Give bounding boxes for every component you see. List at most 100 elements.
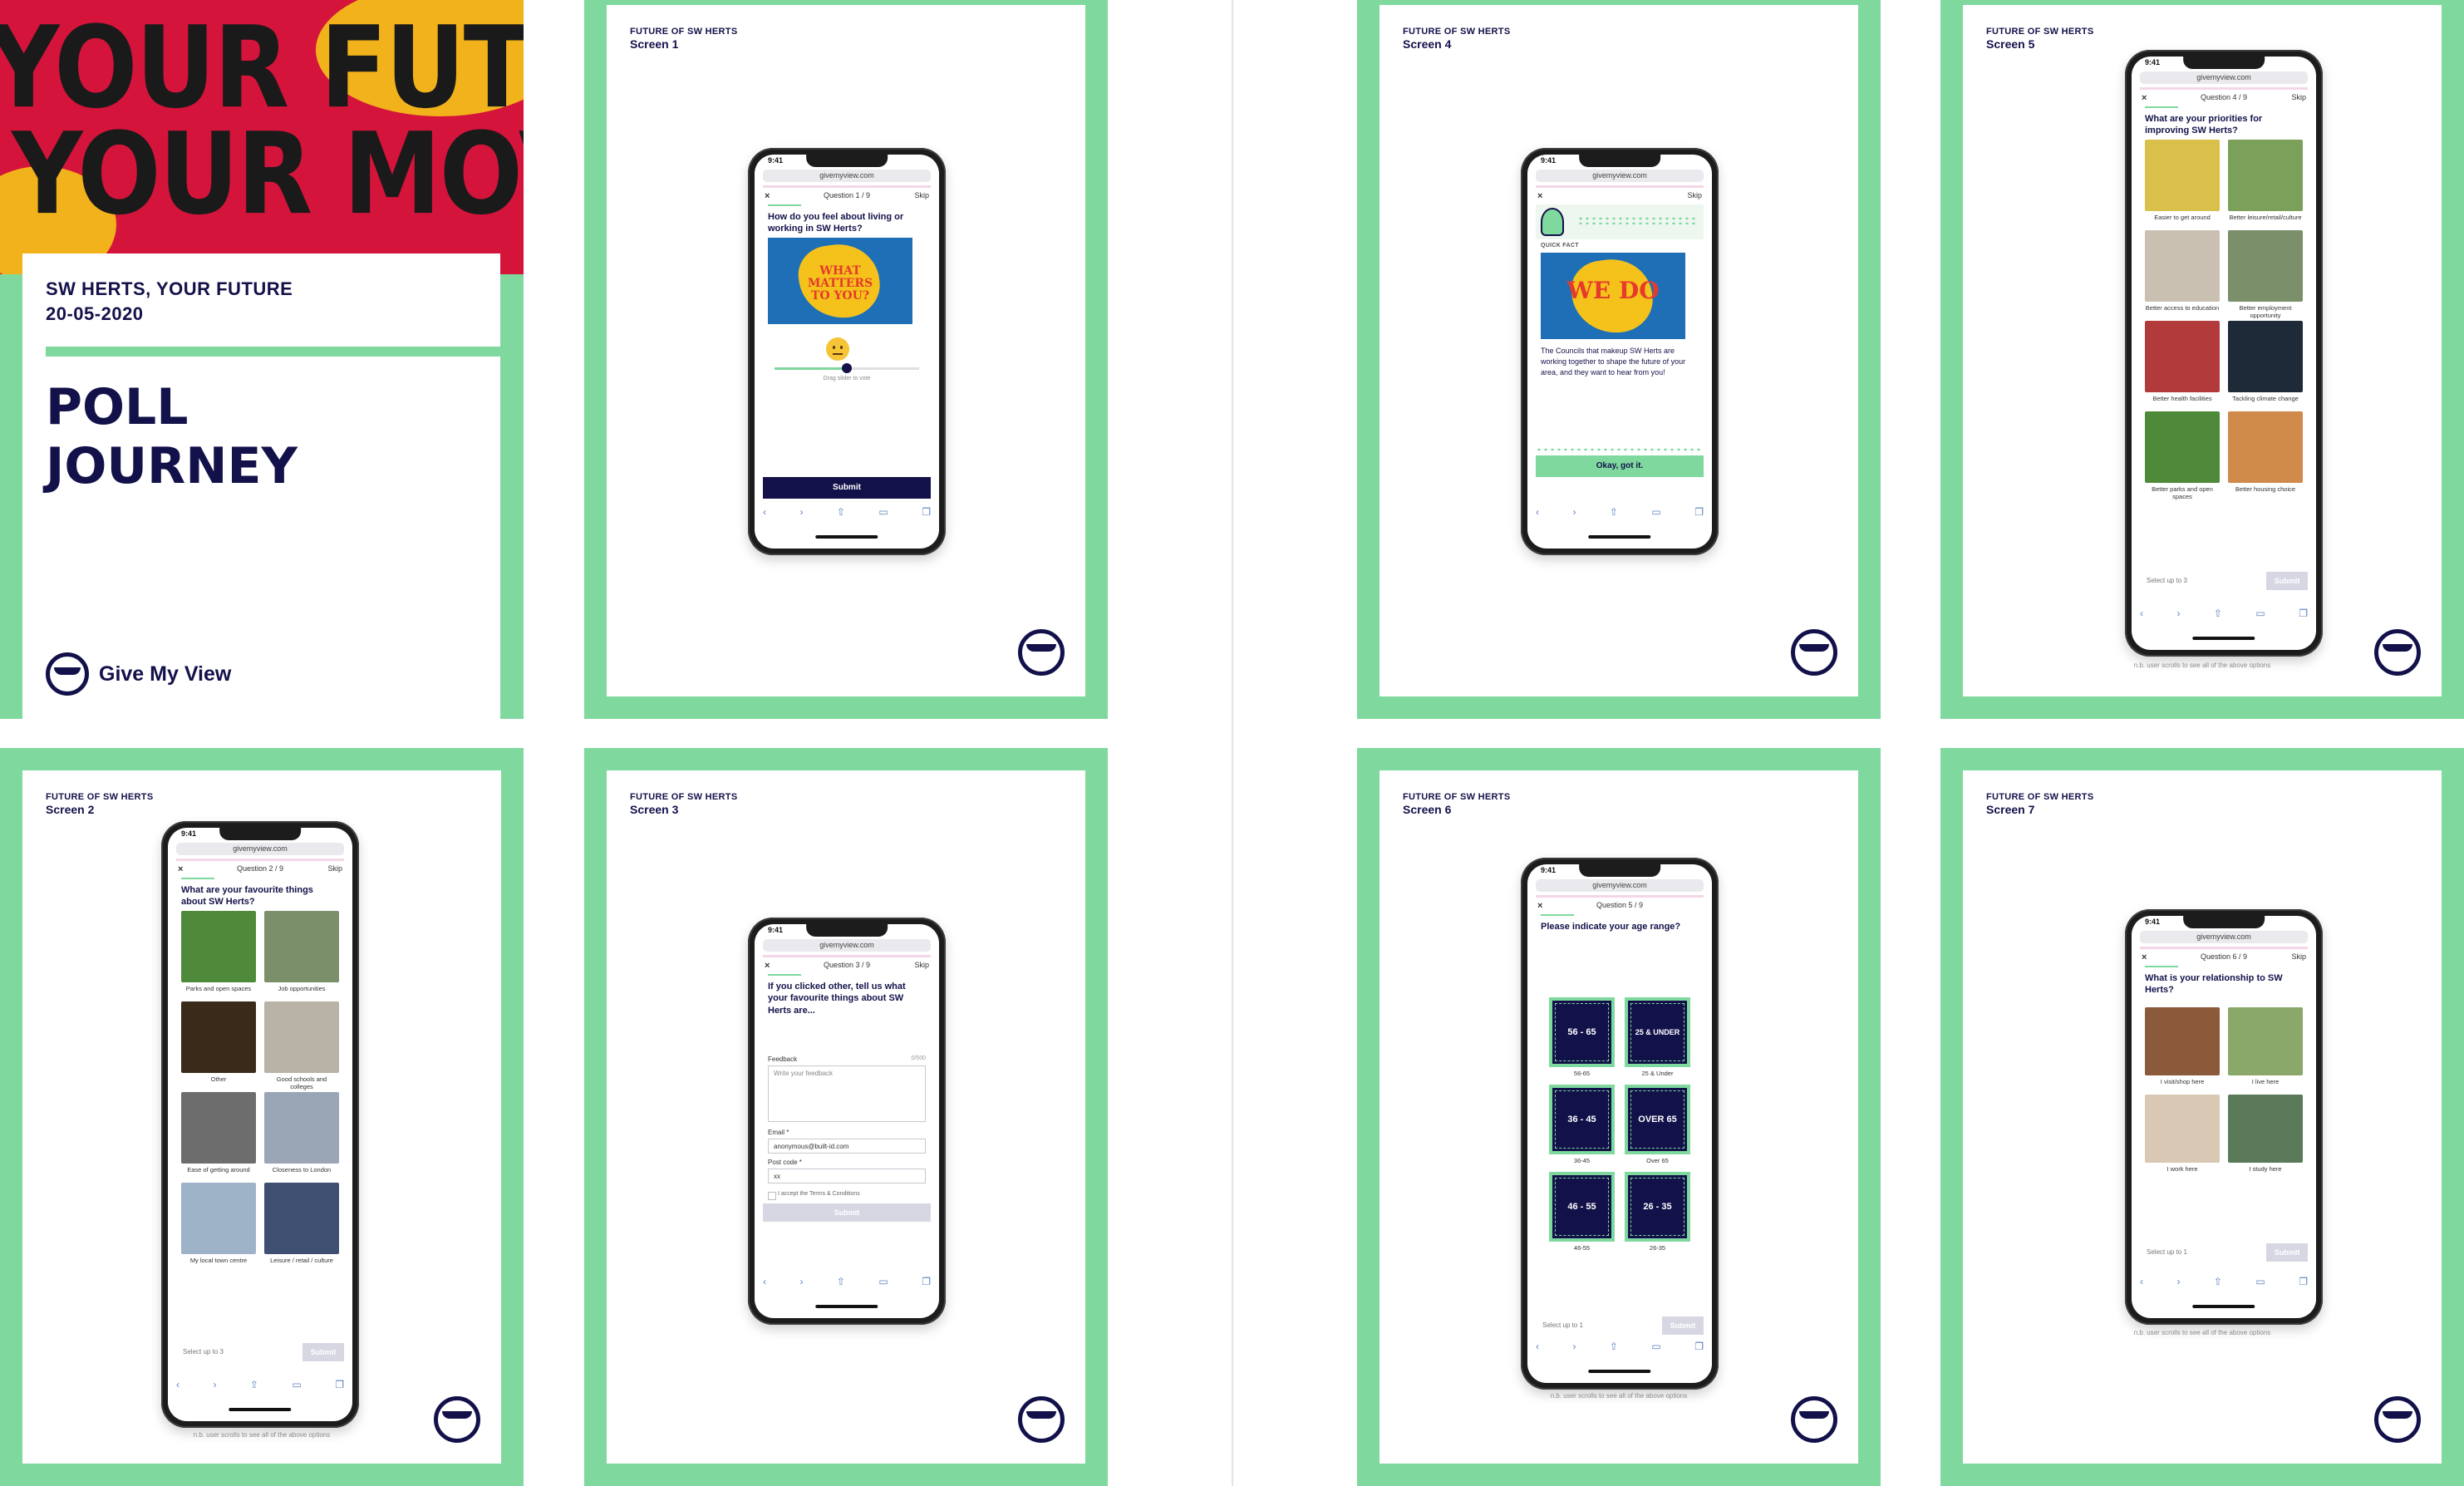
option-tile[interactable]: My local town centre bbox=[181, 1183, 256, 1273]
tabs-icon[interactable]: ❐ bbox=[2299, 608, 2308, 622]
tabs-icon[interactable]: ❐ bbox=[1694, 506, 1704, 521]
option-tile[interactable]: Better access to education bbox=[2145, 230, 2220, 321]
option-tile[interactable]: Better health facilities bbox=[2145, 321, 2220, 411]
option-tile[interactable]: Leisure / retail / culture bbox=[264, 1183, 339, 1273]
url-bar[interactable]: givemyview.com bbox=[763, 939, 931, 952]
submit-button[interactable]: Submit bbox=[302, 1343, 344, 1361]
option-tile[interactable]: Better leisure/retail/culture bbox=[2228, 140, 2303, 230]
skip-button[interactable]: Skip bbox=[2291, 93, 2306, 101]
url-bar[interactable]: givemyview.com bbox=[1536, 170, 1704, 182]
option-tile[interactable]: Better parks and open spaces bbox=[2145, 411, 2220, 502]
option-tile[interactable]: Parks and open spaces bbox=[181, 911, 256, 1001]
option-tile[interactable]: Other bbox=[181, 1001, 256, 1092]
skip-button[interactable]: Skip bbox=[914, 961, 929, 969]
email-field[interactable]: anonymous@built-id.com bbox=[768, 1139, 926, 1154]
share-icon[interactable]: ⇧ bbox=[837, 506, 845, 521]
forward-arrow-icon[interactable]: › bbox=[2176, 608, 2180, 622]
back-arrow-icon[interactable]: ‹ bbox=[176, 1379, 180, 1394]
url-bar[interactable]: givemyview.com bbox=[176, 843, 344, 855]
option-tile[interactable]: I study here bbox=[2228, 1095, 2303, 1182]
feedback-textarea[interactable]: Write your feedback bbox=[768, 1065, 926, 1122]
age-option[interactable]: 25 & UNDER 25 & Under bbox=[1625, 997, 1690, 1085]
share-icon[interactable]: ⇧ bbox=[1610, 1341, 1618, 1356]
back-arrow-icon[interactable]: ‹ bbox=[763, 506, 766, 521]
submit-button[interactable]: Submit bbox=[2266, 1243, 2308, 1262]
forward-arrow-icon[interactable]: › bbox=[1572, 1341, 1576, 1356]
option-tile[interactable]: I live here bbox=[2228, 1007, 2303, 1095]
tabs-icon[interactable]: ❐ bbox=[2299, 1276, 2308, 1291]
bookmarks-icon[interactable]: ▭ bbox=[2255, 1276, 2265, 1291]
share-icon[interactable]: ⇧ bbox=[250, 1379, 258, 1394]
back-arrow-icon[interactable]: ‹ bbox=[1536, 506, 1539, 521]
okay-got-it-button[interactable]: Okay, got it. bbox=[1536, 455, 1704, 477]
terms-checkbox[interactable] bbox=[768, 1192, 776, 1200]
fact-banner bbox=[1536, 204, 1704, 239]
option-tile[interactable]: Easier to get around bbox=[2145, 140, 2220, 230]
age-option[interactable]: 56 - 65 56-65 bbox=[1549, 997, 1615, 1085]
bookmarks-icon[interactable]: ▭ bbox=[2255, 608, 2265, 622]
question-header: × Question 5 / 9 bbox=[1534, 901, 1705, 913]
age-option[interactable]: 26 - 35 26-35 bbox=[1625, 1172, 1690, 1259]
url-bar[interactable]: givemyview.com bbox=[1536, 879, 1704, 892]
bookmarks-icon[interactable]: ▭ bbox=[1651, 1341, 1660, 1356]
back-arrow-icon[interactable]: ‹ bbox=[763, 1276, 766, 1291]
submit-button[interactable]: Submit bbox=[763, 1203, 931, 1222]
url-bar[interactable]: givemyview.com bbox=[2140, 71, 2308, 84]
bookmarks-icon[interactable]: ▭ bbox=[878, 1276, 888, 1291]
skip-button[interactable]: Skip bbox=[914, 191, 929, 199]
back-arrow-icon[interactable]: ‹ bbox=[2140, 1276, 2143, 1291]
cover-title-line1: POLL bbox=[46, 378, 189, 436]
back-arrow-icon[interactable]: ‹ bbox=[2140, 608, 2143, 622]
card-label: FUTURE OF SW HERTS Screen 1 bbox=[630, 27, 737, 52]
tabs-icon[interactable]: ❐ bbox=[335, 1379, 344, 1394]
option-tile[interactable]: I work here bbox=[2145, 1095, 2220, 1182]
skip-button[interactable]: Skip bbox=[327, 864, 342, 873]
feeling-slider[interactable] bbox=[775, 363, 919, 373]
tabs-icon[interactable]: ❐ bbox=[922, 506, 931, 521]
share-icon[interactable]: ⇧ bbox=[1610, 506, 1618, 521]
home-indicator bbox=[2192, 1305, 2255, 1308]
forward-arrow-icon[interactable]: › bbox=[2176, 1276, 2180, 1291]
skip-button[interactable]: Skip bbox=[2291, 952, 2306, 961]
screen4-card: FUTURE OF SW HERTS Screen 4 9:41 givemyv… bbox=[1357, 0, 1881, 719]
close-icon[interactable]: × bbox=[1537, 191, 1542, 201]
tabs-icon[interactable]: ❐ bbox=[922, 1276, 931, 1291]
age-option[interactable]: 36 - 45 36-45 bbox=[1549, 1085, 1615, 1172]
age-option[interactable]: OVER 65 Over 65 bbox=[1625, 1085, 1690, 1172]
forward-arrow-icon[interactable]: › bbox=[799, 1276, 803, 1291]
submit-button[interactable]: Submit bbox=[763, 477, 931, 499]
bookmarks-icon[interactable]: ▭ bbox=[1651, 506, 1660, 521]
option-tile[interactable]: Better employment opportunity bbox=[2228, 230, 2303, 321]
url-bar[interactable]: givemyview.com bbox=[2140, 931, 2308, 943]
postcode-field[interactable]: xx bbox=[768, 1169, 926, 1183]
skip-button[interactable]: Skip bbox=[1687, 191, 1702, 199]
question-progress bbox=[181, 878, 214, 879]
option-photo bbox=[2228, 230, 2303, 302]
tabs-icon[interactable]: ❐ bbox=[1694, 1341, 1704, 1356]
option-tile[interactable]: Better housing choice bbox=[2228, 411, 2303, 502]
url-bar[interactable]: givemyview.com bbox=[763, 170, 931, 182]
submit-button[interactable]: Submit bbox=[1662, 1316, 1704, 1335]
forward-arrow-icon[interactable]: › bbox=[1572, 506, 1576, 521]
option-photo bbox=[181, 1001, 256, 1073]
back-arrow-icon[interactable]: ‹ bbox=[1536, 1341, 1539, 1356]
share-icon[interactable]: ⇧ bbox=[2214, 608, 2222, 622]
submit-button[interactable]: Submit bbox=[2266, 572, 2308, 590]
option-tile[interactable]: Ease of getting around bbox=[181, 1092, 256, 1183]
forward-arrow-icon[interactable]: › bbox=[213, 1379, 216, 1394]
option-tile[interactable]: Tackling climate change bbox=[2228, 321, 2303, 411]
age-option[interactable]: 46 - 55 46-55 bbox=[1549, 1172, 1615, 1259]
slider-handle[interactable] bbox=[842, 363, 852, 373]
bookmarks-icon[interactable]: ▭ bbox=[292, 1379, 301, 1394]
option-tile[interactable]: Job opportunities bbox=[264, 911, 339, 1001]
forward-arrow-icon[interactable]: › bbox=[799, 506, 803, 521]
option-tile[interactable]: I visit/shop here bbox=[2145, 1007, 2220, 1095]
phone-notch bbox=[2183, 916, 2265, 928]
share-icon[interactable]: ⇧ bbox=[2214, 1276, 2222, 1291]
option-tile[interactable]: Closeness to London bbox=[264, 1092, 339, 1183]
option-tile[interactable]: Good schools and colleges bbox=[264, 1001, 339, 1092]
share-icon[interactable]: ⇧ bbox=[837, 1276, 845, 1291]
bookmarks-icon[interactable]: ▭ bbox=[878, 506, 888, 521]
brand-logo-icon bbox=[434, 1396, 480, 1443]
option-label: Parks and open spaces bbox=[185, 985, 252, 992]
